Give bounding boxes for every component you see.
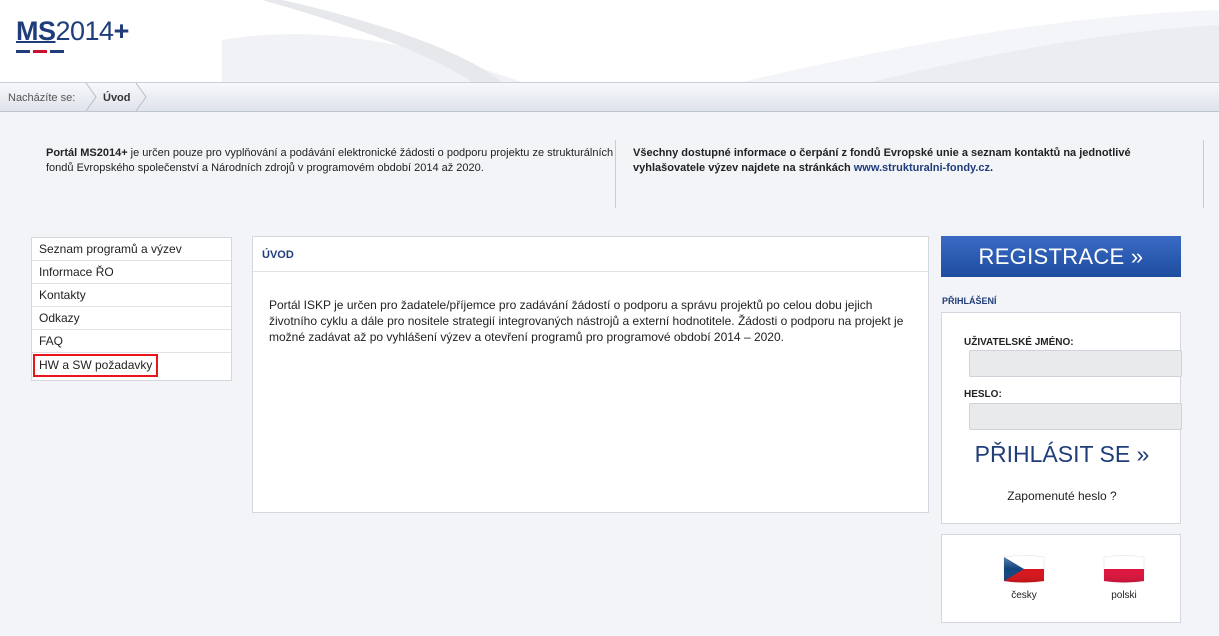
breadcrumb-separator-icon bbox=[135, 83, 147, 111]
ms2014-logo[interactable]: MS2014+ bbox=[16, 16, 129, 47]
eu-funds-end: . bbox=[990, 162, 994, 174]
password-field[interactable] bbox=[969, 403, 1182, 430]
header-swoosh-decoration bbox=[222, 0, 1219, 82]
czech-flag-icon bbox=[1003, 555, 1045, 583]
intro-panel: ÚVOD Portál ISKP je určen pro žadatele/p… bbox=[252, 236, 929, 513]
eu-funds-info-text: Všechny dostupné informace o čerpání z f… bbox=[633, 146, 1193, 176]
info-divider bbox=[1203, 140, 1204, 208]
side-menu: Seznam programů a výzev Informace ŘO Kon… bbox=[31, 237, 232, 381]
menu-item-hw-sw-requirements[interactable]: HW a SW požadavky bbox=[32, 353, 231, 380]
language-label: česky bbox=[1011, 590, 1037, 601]
portal-info-text: Portál MS2014+ je určen pouze pro vyplňo… bbox=[46, 146, 616, 176]
menu-item-label: Odkazy bbox=[39, 311, 80, 325]
menu-item-label: HW a SW požadavky bbox=[33, 354, 159, 377]
language-polish[interactable]: polski bbox=[1094, 554, 1154, 601]
intro-text: Portál ISKP je určen pro žadatele/příjem… bbox=[269, 298, 904, 344]
logo-color-bars bbox=[16, 50, 64, 54]
login-form: UŽIVATELSKÉ JMÉNO: HESLO: PŘIHLÁSIT SE »… bbox=[941, 312, 1182, 524]
page-header: MS2014+ bbox=[0, 0, 1219, 82]
info-divider bbox=[615, 140, 616, 208]
menu-item-programs-calls[interactable]: Seznam programů a výzev bbox=[32, 238, 231, 261]
menu-item-ro-info[interactable]: Informace ŘO bbox=[32, 261, 231, 284]
username-label: UŽIVATELSKÉ JMÉNO: bbox=[964, 337, 1074, 348]
breadcrumb: Nacházíte se: Úvod bbox=[0, 82, 1219, 112]
forgot-password-link[interactable]: Zapomenuté heslo ? bbox=[942, 489, 1182, 503]
menu-item-links[interactable]: Odkazy bbox=[32, 307, 231, 330]
strukturalni-fondy-link[interactable]: www.strukturalni-fondy.cz bbox=[854, 162, 990, 174]
logo-plus-text: + bbox=[113, 16, 130, 46]
portal-name: Portál MS2014+ bbox=[46, 147, 128, 159]
info-section: Portál MS2014+ je určen pouze pro vyplňo… bbox=[8, 128, 1211, 208]
password-label: HESLO: bbox=[964, 389, 1002, 400]
menu-item-contacts[interactable]: Kontakty bbox=[32, 284, 231, 307]
language-selector: česky polski bbox=[941, 534, 1181, 623]
menu-item-label: FAQ bbox=[39, 334, 64, 348]
login-button[interactable]: PŘIHLÁSIT SE » bbox=[942, 441, 1182, 468]
language-czech[interactable]: česky bbox=[994, 554, 1054, 601]
breadcrumb-item-uvod[interactable]: Úvod bbox=[103, 92, 131, 104]
intro-title: ÚVOD bbox=[253, 237, 928, 272]
menu-item-faq[interactable]: FAQ bbox=[32, 330, 231, 353]
menu-item-label: Informace ŘO bbox=[39, 265, 114, 279]
language-label: polski bbox=[1111, 590, 1137, 601]
polish-flag-icon bbox=[1103, 555, 1145, 583]
username-field[interactable] bbox=[969, 350, 1182, 377]
logo-ms-text: MS bbox=[16, 16, 56, 46]
menu-item-label: Seznam programů a výzev bbox=[39, 242, 182, 256]
login-section-title: PŘIHLÁŠENÍ bbox=[942, 296, 997, 306]
menu-item-label: Kontakty bbox=[39, 288, 86, 302]
portal-description: je určen pouze pro vyplňování a podávání… bbox=[46, 147, 614, 174]
breadcrumb-label: Nacházíte se: bbox=[8, 92, 76, 104]
breadcrumb-separator-icon bbox=[85, 83, 97, 111]
logo-year-text: 2014 bbox=[55, 16, 115, 46]
register-button[interactable]: REGISTRACE » bbox=[941, 236, 1181, 277]
